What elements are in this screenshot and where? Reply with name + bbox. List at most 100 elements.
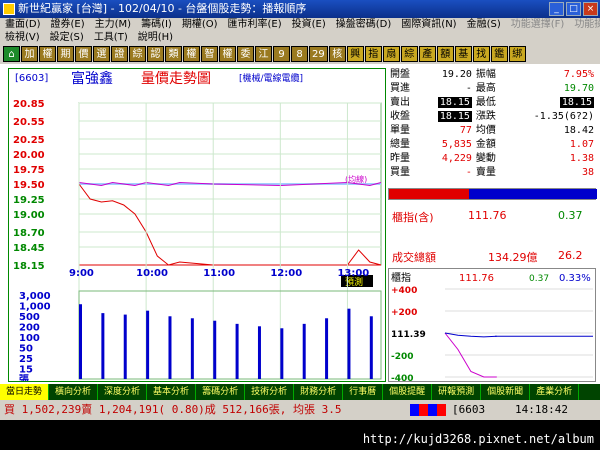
- price-tick-label: 19.75: [13, 165, 45, 176]
- quote-v1: 18.15: [437, 111, 472, 122]
- otc-tick-label: 111.39: [391, 330, 426, 340]
- price-tick-label: 19.25: [13, 195, 45, 206]
- tab-9[interactable]: 研報預測: [432, 384, 482, 400]
- toolbar-button-23[interactable]: 產: [418, 46, 436, 62]
- toolbar-button-18[interactable]: 核: [328, 46, 346, 62]
- toolbar-button-22[interactable]: 綜: [400, 46, 418, 62]
- tab-0[interactable]: 當日走勢: [0, 384, 50, 400]
- toolbar-button-7[interactable]: 綜: [129, 46, 146, 62]
- quote-l1: 收盤: [390, 111, 410, 122]
- quote-row: 總量 5,835 金額 1.07: [388, 138, 596, 152]
- maximize-button[interactable]: □: [566, 2, 581, 16]
- quote-l1: 昨量: [390, 153, 410, 164]
- menu-item-row1-6[interactable]: 投資(E): [287, 18, 331, 31]
- menu-item-row1-8[interactable]: 國際資訊(N): [396, 18, 461, 31]
- toolbar-button-12[interactable]: 權: [219, 46, 236, 62]
- menu-item-row1-0[interactable]: 畫面(D): [0, 18, 46, 31]
- menu-item-row2-0[interactable]: 檢視(V): [0, 31, 45, 44]
- volume-bar: [123, 314, 127, 379]
- menu-item-row1-11[interactable]: 功能操作(T): [569, 18, 600, 31]
- toolbar-button-28[interactable]: 綁: [508, 46, 526, 62]
- quote-l1: 賣出: [390, 97, 410, 108]
- menu-item-row1-3[interactable]: 籌碼(I): [136, 18, 177, 31]
- toolbar-button-17[interactable]: 29: [309, 46, 328, 62]
- quote-l2: 變動: [475, 153, 496, 164]
- quote-v2: 7.95%: [563, 69, 594, 80]
- quote-l1: 總量: [390, 139, 410, 150]
- index-label: 櫃指(含): [392, 211, 434, 224]
- toolbar-button-5[interactable]: 選: [93, 46, 110, 62]
- quote-v2: 19.70: [563, 83, 594, 94]
- menu-item-row1-1[interactable]: 證券(E): [46, 18, 90, 31]
- quote-l1: 買量: [390, 167, 410, 178]
- chart-industry-tag: [機械/電線電纜]: [239, 72, 303, 84]
- tab-7[interactable]: 行事曆: [343, 384, 384, 400]
- menu-bar: 畫面(D) 證券(E) 主力(M) 籌碼(I) 期權(O) 匯市利率(E) 投資(E) 操盤密…: [0, 18, 600, 44]
- toolbar-button-24[interactable]: 額: [436, 46, 454, 62]
- volume-bar: [280, 328, 284, 379]
- quote-row: 單量 77 均價 18.42: [388, 124, 596, 138]
- turnover-value: 134.29億: [488, 251, 538, 264]
- quote-v1: -: [465, 83, 472, 94]
- volume-tick-label: 200: [19, 323, 40, 334]
- tab-2[interactable]: 深度分析: [98, 384, 148, 400]
- index-summary: 櫃指(含) 111.76 0.37 成交總額 134.29億 26.2: [388, 205, 596, 265]
- toolbar-button-20[interactable]: 指: [364, 46, 382, 62]
- toolbar-button-6[interactable]: 證: [111, 46, 128, 62]
- quote-l2: 賣量: [475, 167, 496, 178]
- toolbar-button-19[interactable]: 興: [346, 46, 364, 62]
- volume-tick-label: 1,000: [19, 302, 51, 313]
- price-tick-label: 20.85: [13, 99, 45, 110]
- toolbar-button-11[interactable]: 智: [201, 46, 218, 62]
- toolbar-button-0[interactable]: ⌂: [3, 46, 20, 62]
- menu-item-row2-1[interactable]: 設定(S): [45, 31, 89, 44]
- window-title: 新世紀贏家 [台灣] - 102/04/10 - 台盤個股走勢：播報順序: [18, 2, 307, 15]
- tab-5[interactable]: 技術分析: [245, 384, 295, 400]
- toolbar-button-25[interactable]: 基: [454, 46, 472, 62]
- quote-row: 昨量 4,229 變動 1.38: [388, 152, 596, 166]
- toolbar-button-8[interactable]: 認: [147, 46, 164, 62]
- toolbar-button-13[interactable]: 委: [237, 46, 254, 62]
- status-bar: 買 1,502,239賣 1,204,191( 0.80)成 512,166張,…: [0, 400, 600, 420]
- toolbar-button-26[interactable]: 找: [472, 46, 490, 62]
- toolbar-button-21[interactable]: 扇: [382, 46, 400, 62]
- menu-item-row1-5[interactable]: 匯市利率(E): [223, 18, 287, 31]
- price-tick-label: 18.45: [13, 243, 45, 254]
- volume-bar: [325, 318, 329, 379]
- menu-item-row1-2[interactable]: 主力(M): [90, 18, 136, 31]
- volume-bar: [347, 308, 351, 379]
- menu-item-row1-4[interactable]: 期權(O): [177, 18, 223, 31]
- bid-ask-bar: [388, 188, 597, 200]
- quote-l2: 金額: [475, 139, 496, 150]
- quote-l2: 均價: [475, 125, 496, 136]
- minimize-button[interactable]: _: [549, 2, 564, 16]
- status-code[interactable]: [6603: [452, 400, 485, 420]
- tab-1[interactable]: 橫向分析: [49, 384, 99, 400]
- tab-6[interactable]: 財務分析: [294, 384, 344, 400]
- tab-11[interactable]: 產業分析: [530, 384, 580, 400]
- menu-row-1: 畫面(D) 證券(E) 主力(M) 籌碼(I) 期權(O) 匯市利率(E) 投資(E) 操盤密…: [0, 18, 600, 31]
- menu-item-row1-10[interactable]: 功能選擇(F): [506, 18, 570, 31]
- menu-item-row2-2[interactable]: 工具(T): [89, 31, 133, 44]
- tab-3[interactable]: 基本分析: [147, 384, 197, 400]
- menu-item-row2-3[interactable]: 說明(H): [133, 31, 178, 44]
- toolbar-button-15[interactable]: 9: [273, 46, 290, 62]
- toolbar-button-3[interactable]: 期: [57, 46, 74, 62]
- otc-label: 櫃指: [391, 271, 411, 284]
- tab-10[interactable]: 個股新聞: [481, 384, 531, 400]
- toolbar-button-9[interactable]: 類: [165, 46, 182, 62]
- menu-item-row1-9[interactable]: 金融(S): [462, 18, 506, 31]
- toolbar-button-1[interactable]: 加: [21, 46, 38, 62]
- tab-8[interactable]: 個股提醒: [383, 384, 433, 400]
- toolbar-button-14[interactable]: 江: [255, 46, 272, 62]
- close-button[interactable]: ×: [583, 2, 598, 16]
- tab-4[interactable]: 籌碼分析: [196, 384, 246, 400]
- toolbar-button-4[interactable]: 價: [75, 46, 92, 62]
- toolbar-button-16[interactable]: 8: [291, 46, 308, 62]
- menu-item-row1-7[interactable]: 操盤密碼(D): [331, 18, 397, 31]
- index-value: 111.76: [468, 209, 507, 222]
- toolbar-button-10[interactable]: 權: [183, 46, 200, 62]
- toolbar-button-2[interactable]: 權: [39, 46, 56, 62]
- toolbar-button-27[interactable]: 鑑: [490, 46, 508, 62]
- volume-bar: [101, 313, 105, 379]
